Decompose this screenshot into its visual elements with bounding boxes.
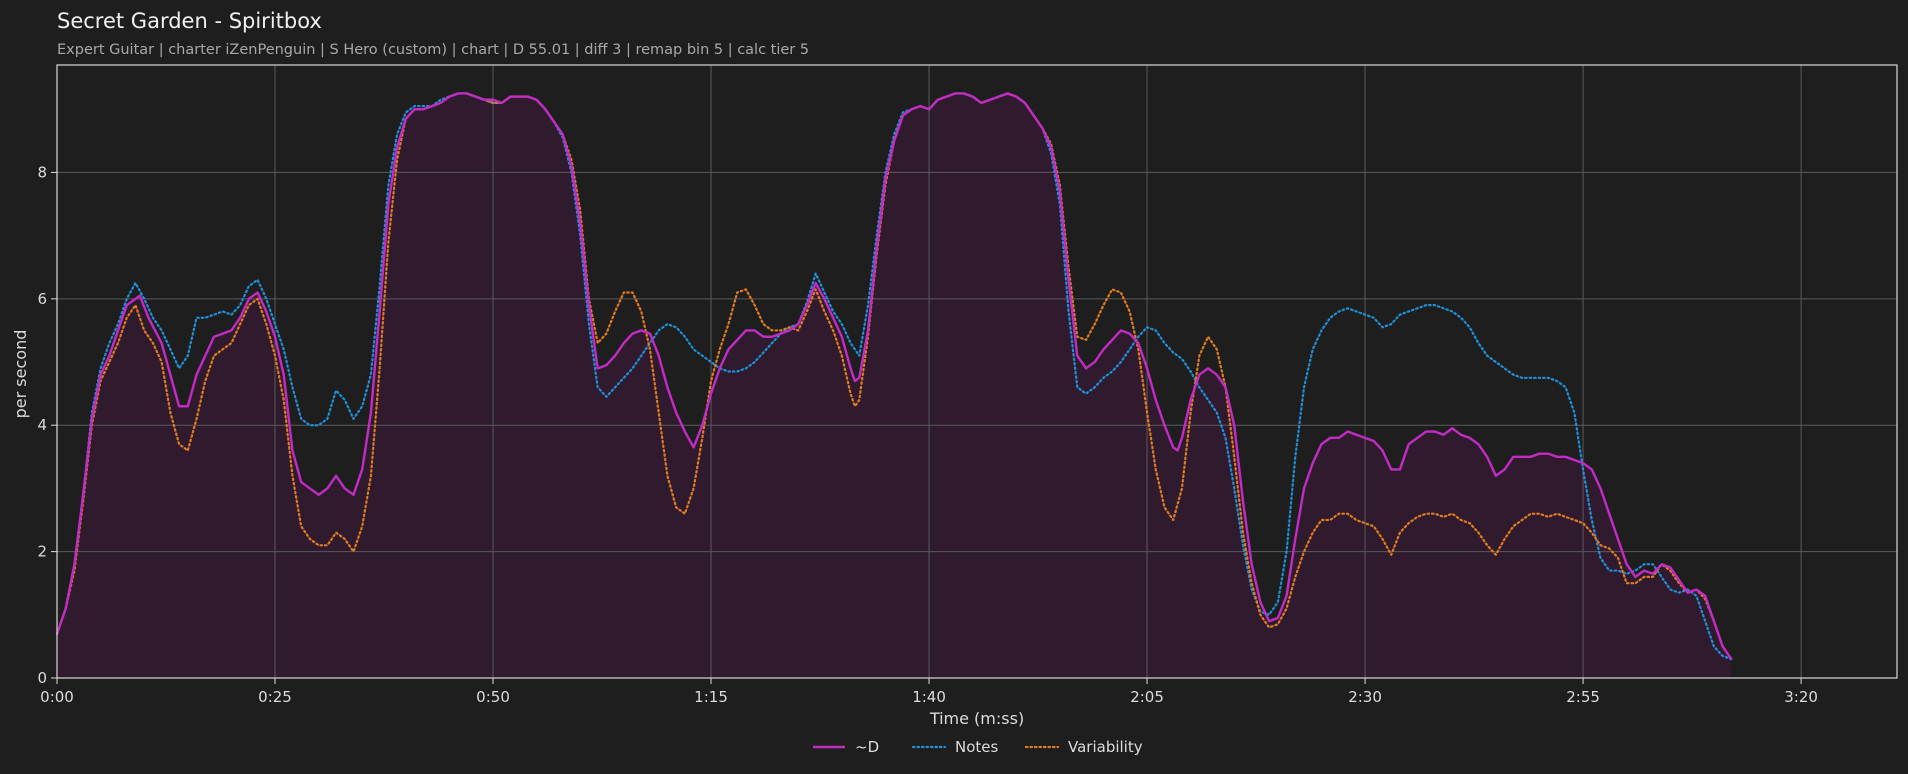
- y-axis-label: per second: [11, 330, 30, 419]
- series-area-fill: [57, 93, 1732, 678]
- x-tick-label: 1:40: [912, 688, 946, 706]
- x-tick-label: 3:20: [1784, 688, 1818, 706]
- x-tick-label: 2:30: [1348, 688, 1382, 706]
- y-tick-label: 2: [37, 543, 47, 561]
- legend-label: Notes: [955, 738, 999, 756]
- chart-svg: Secret Garden - Spiritbox Expert Guitar …: [11, 9, 1898, 756]
- legend-label: ~D: [855, 738, 879, 756]
- chart-subtitle: Expert Guitar | charter iZenPenguin | S …: [57, 42, 809, 58]
- x-tick-label: 2:55: [1566, 688, 1600, 706]
- x-tick-label: 2:05: [1130, 688, 1164, 706]
- legend-label: Variability: [1068, 738, 1143, 756]
- x-tick-label: 0:00: [40, 688, 74, 706]
- legend: ~D Notes Variability: [813, 738, 1143, 756]
- y-tick-label: 8: [37, 163, 47, 181]
- y-tick-label: 6: [37, 290, 47, 308]
- chart-title: Secret Garden - Spiritbox: [57, 9, 322, 33]
- x-tick-label: 0:25: [258, 688, 292, 706]
- y-tick-label: 0: [37, 669, 47, 687]
- y-tick-label: 4: [37, 416, 47, 434]
- x-tick-label: 0:50: [476, 688, 510, 706]
- x-axis-label: Time (m:ss): [929, 709, 1024, 728]
- chart-figure: Secret Garden - Spiritbox Expert Guitar …: [0, 0, 1908, 774]
- x-tick-label: 1:15: [694, 688, 728, 706]
- plot-area: 0:00 0:25 0:50 1:15 1:40 2:05 2:30 2:55 3:20 0 2 4 6…: [37, 64, 1898, 706]
